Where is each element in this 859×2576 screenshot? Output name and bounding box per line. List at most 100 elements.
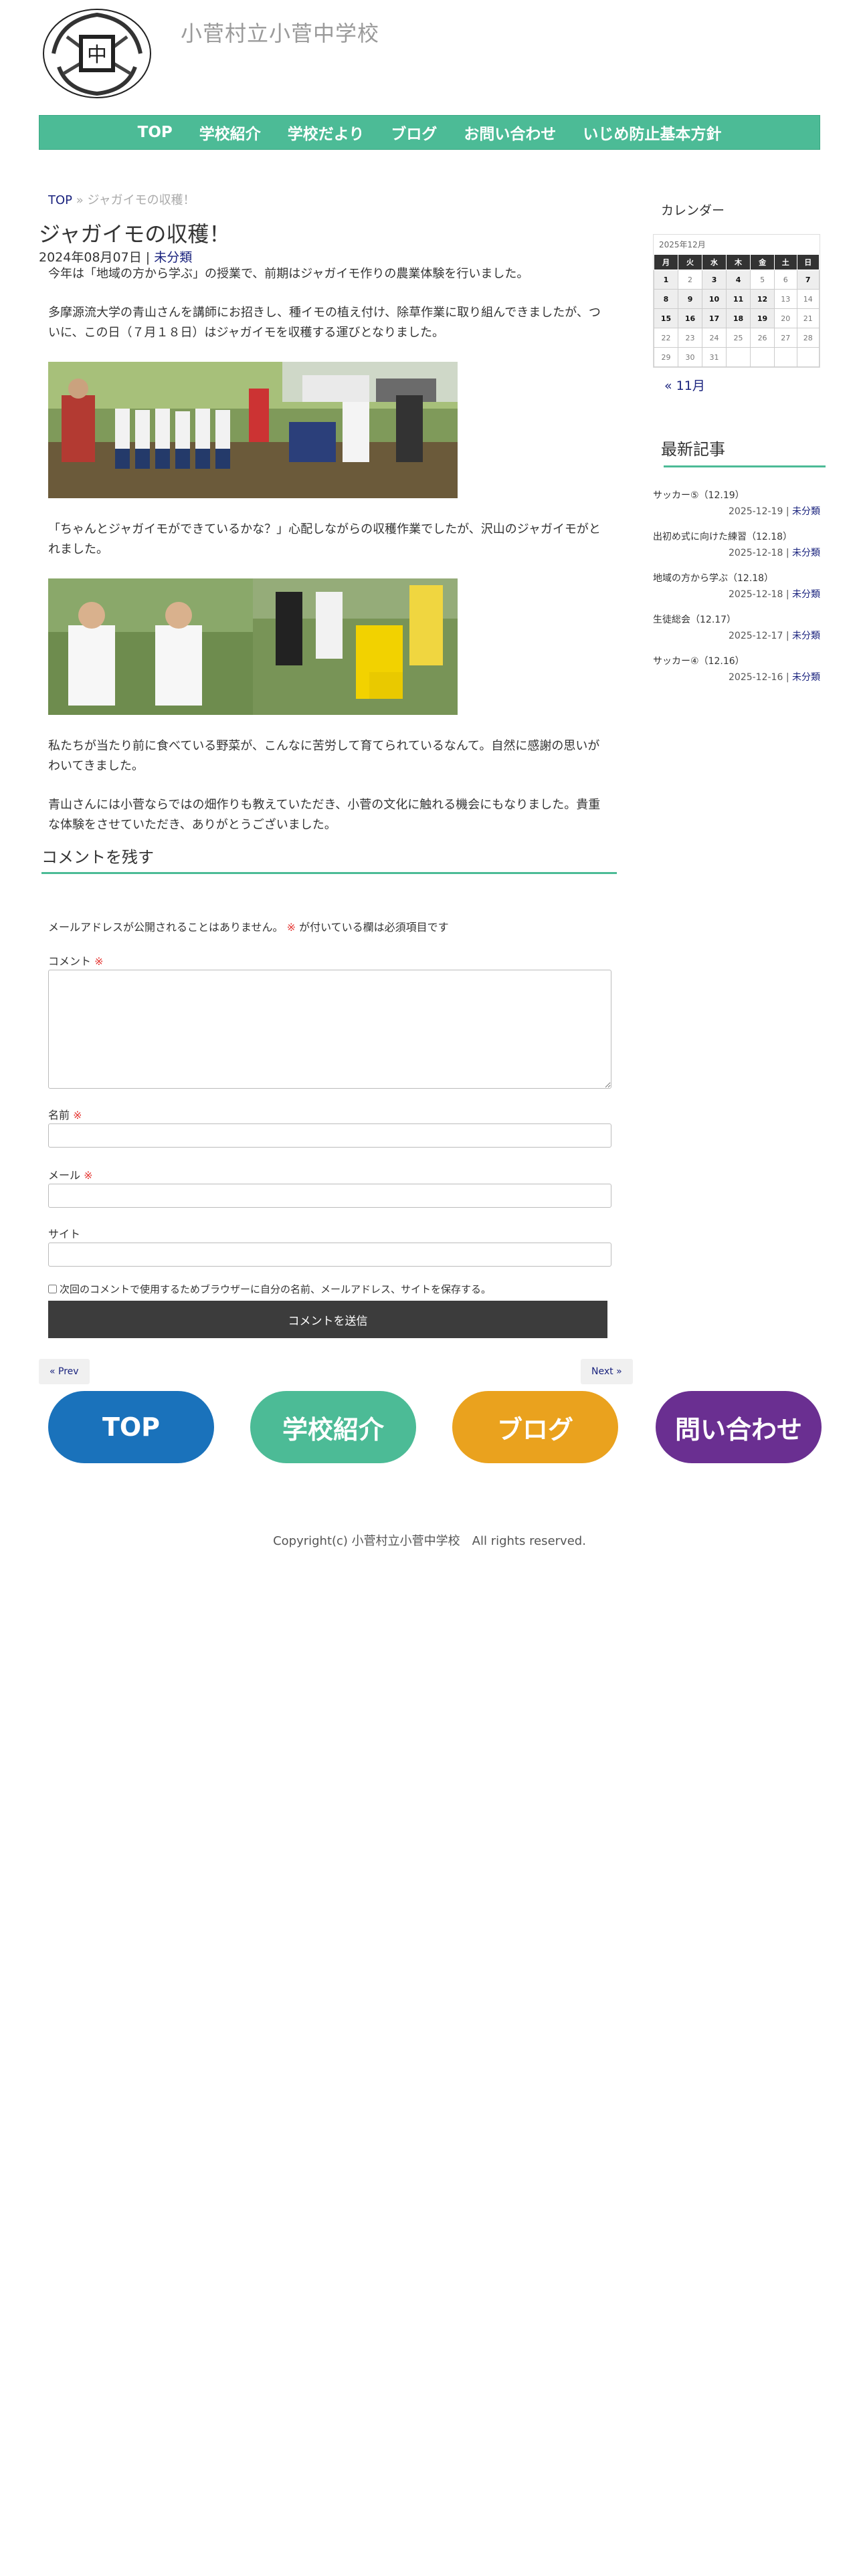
calendar-day: 21 [796,308,820,328]
breadcrumb: TOP » ジャガイモの収穫！ [48,191,195,208]
save-info-label[interactable]: 次回のコメントで使用するためブラウザーに自分の名前、メールアドレス、サイトを保存… [60,1282,491,1296]
harvest-photo-2 [48,578,458,715]
site-input[interactable] [48,1243,611,1267]
calendar-day[interactable]: 8 [653,289,679,309]
nav-item[interactable]: ブログ [377,121,450,144]
prev-post-link[interactable]: « Prev [39,1359,90,1384]
recent-post-date: 2025-12-18 [729,589,783,600]
comment-form-title: コメントを残す [41,848,154,867]
calendar-day: 24 [702,328,727,348]
global-nav: TOP 学校紹介 学校だより ブログ お問い合わせ いじめ防止基本方針 [39,115,820,150]
calendar-day: 29 [653,347,679,367]
comment-notes: メールアドレスが公開されることはありません。 ※ が付いている欄は必須項目です [48,918,449,934]
calendar-day: 31 [702,347,727,367]
nav-item[interactable]: 学校だより [274,121,378,144]
recent-post-link[interactable]: 地域の方から学ぶ（12.18） [653,573,773,584]
site-title[interactable]: 小菅村立小菅中学校 [181,17,379,47]
recent-post-item: 地域の方から学ぶ（12.18） 2025-12-18 | 未分類 [653,573,820,600]
calendar-weekday: 木 [726,254,751,270]
calendar-weekdays: 月火水木金土日 [653,254,820,270]
calendar-week: 8 9 10 11 12 13 14 [653,289,820,309]
calendar-weekday: 水 [702,254,727,270]
calendar-day: 26 [750,328,775,348]
post-category-link[interactable]: 未分類 [154,250,192,265]
title-underline [664,465,826,467]
calendar-caption: 2025年12月 [659,240,706,249]
calendar-day: 28 [796,328,820,348]
footer-button[interactable]: TOP [48,1391,214,1463]
comment-label-text: コメント [48,955,92,968]
comment-notes-text: メールアドレスが公開されることはありません。 [48,921,284,934]
calendar-day[interactable]: 17 [702,308,727,328]
site-header: 中 小菅村立小菅中学校 [0,0,859,107]
recent-post-link[interactable]: サッカー⑤（12.19） [653,490,745,501]
calendar-prev-month-link[interactable]: « 11月 [664,376,705,394]
recent-post-category-link[interactable]: 未分類 [792,506,820,517]
recent-post-link[interactable]: 出初め式に向けた練習（12.18） [653,532,792,542]
submit-comment-button[interactable]: コメントを送信 [48,1301,607,1338]
required-mark: ※ [94,955,104,968]
calendar-day: 22 [653,328,679,348]
calendar-day: 14 [796,289,820,309]
breadcrumb-current: ジャガイモの収穫！ [87,193,195,207]
recent-post-category-link[interactable]: 未分類 [792,631,820,641]
post-paragraph: 今年は「地域の方から学ぶ」の授業で、前期はジャガイモ作りの農業体験を行いました。 [48,267,529,281]
calendar-day[interactable]: 15 [653,308,679,328]
calendar-day: 27 [774,328,797,348]
footer-button[interactable]: 問い合わせ [656,1391,822,1463]
calendar-day[interactable]: 9 [678,289,703,309]
calendar-day: 20 [774,308,797,328]
next-post-link[interactable]: Next » [581,1359,633,1384]
calendar-widget: 2025年12月 月火水木金土日 1 2 3 4 5 6 7 8 9 10 11 12 13 14 15 16… [653,234,820,368]
name-input[interactable] [48,1123,611,1148]
school-emblem-logo[interactable]: 中 [40,7,154,100]
recent-post-category-link[interactable]: 未分類 [792,548,820,558]
calendar-day[interactable]: 16 [678,308,703,328]
calendar-day[interactable]: 18 [726,308,751,328]
calendar-day[interactable]: 11 [726,289,751,309]
recent-post-date: 2025-12-17 [729,631,783,641]
recent-post-link[interactable]: 生徒総会（12.17） [653,615,736,625]
calendar-body: 1 2 3 4 5 6 7 8 9 10 11 12 13 14 15 16 17 18 19 20 21 22 23 24 2… [653,270,820,367]
calendar-day[interactable]: 19 [750,308,775,328]
calendar-weekday: 火 [678,254,703,270]
calendar-weekday: 金 [750,254,775,270]
post-paragraph: 多摩源流大学の青山さんを講師にお招きし、種イモの植え付け、除草作業に取り組んでき… [48,306,601,340]
footer-button[interactable]: ブログ [452,1391,618,1463]
recent-post-item: 出初め式に向けた練習（12.18） 2025-12-18 | 未分類 [653,532,820,558]
calendar-day: 25 [726,328,751,348]
calendar-day[interactable]: 7 [796,270,820,290]
required-mark: ※ [286,921,296,934]
nav-item[interactable]: いじめ防止基本方針 [569,121,735,144]
breadcrumb-home-link[interactable]: TOP [48,193,72,207]
calendar-day[interactable]: 1 [653,270,679,290]
recent-post-link[interactable]: サッカー④（12.16） [653,656,745,667]
calendar-day[interactable]: 4 [726,270,751,290]
calendar-day[interactable]: 12 [750,289,775,309]
calendar-weekday: 月 [653,254,679,270]
name-label: 名前 ※ [48,1106,82,1122]
calendar-empty-cell [750,347,775,367]
comment-textarea[interactable] [48,970,611,1089]
footer-button[interactable]: 学校紹介 [250,1391,416,1463]
svg-text:中: 中 [87,43,107,67]
post-content: 今年は「地域の方から学ぶ」の授業で、前期はジャガイモ作りの農業体験を行いました。… [48,264,610,835]
nav-item[interactable]: お問い合わせ [450,121,569,144]
recent-post-category-link[interactable]: 未分類 [792,589,820,600]
nav-item[interactable]: TOP [124,124,186,141]
recent-posts-title: 最新記事 [661,440,725,459]
calendar-empty-cell [726,347,751,367]
recent-post-category-link[interactable]: 未分類 [792,672,820,683]
calendar-day[interactable]: 10 [702,289,727,309]
nav-item[interactable]: 学校紹介 [186,121,274,144]
save-info-checkbox[interactable] [48,1285,57,1293]
calendar-title: カレンダー [661,203,725,218]
calendar-empty-cell [774,347,797,367]
recent-post-item: サッカー⑤（12.19） 2025-12-19 | 未分類 [653,490,820,517]
calendar-day[interactable]: 3 [702,270,727,290]
breadcrumb-separator: » [76,193,84,207]
calendar-day: 2 [678,270,703,290]
recent-post-item: 生徒総会（12.17） 2025-12-17 | 未分類 [653,615,820,641]
calendar-weekday: 土 [774,254,797,270]
email-input[interactable] [48,1184,611,1208]
